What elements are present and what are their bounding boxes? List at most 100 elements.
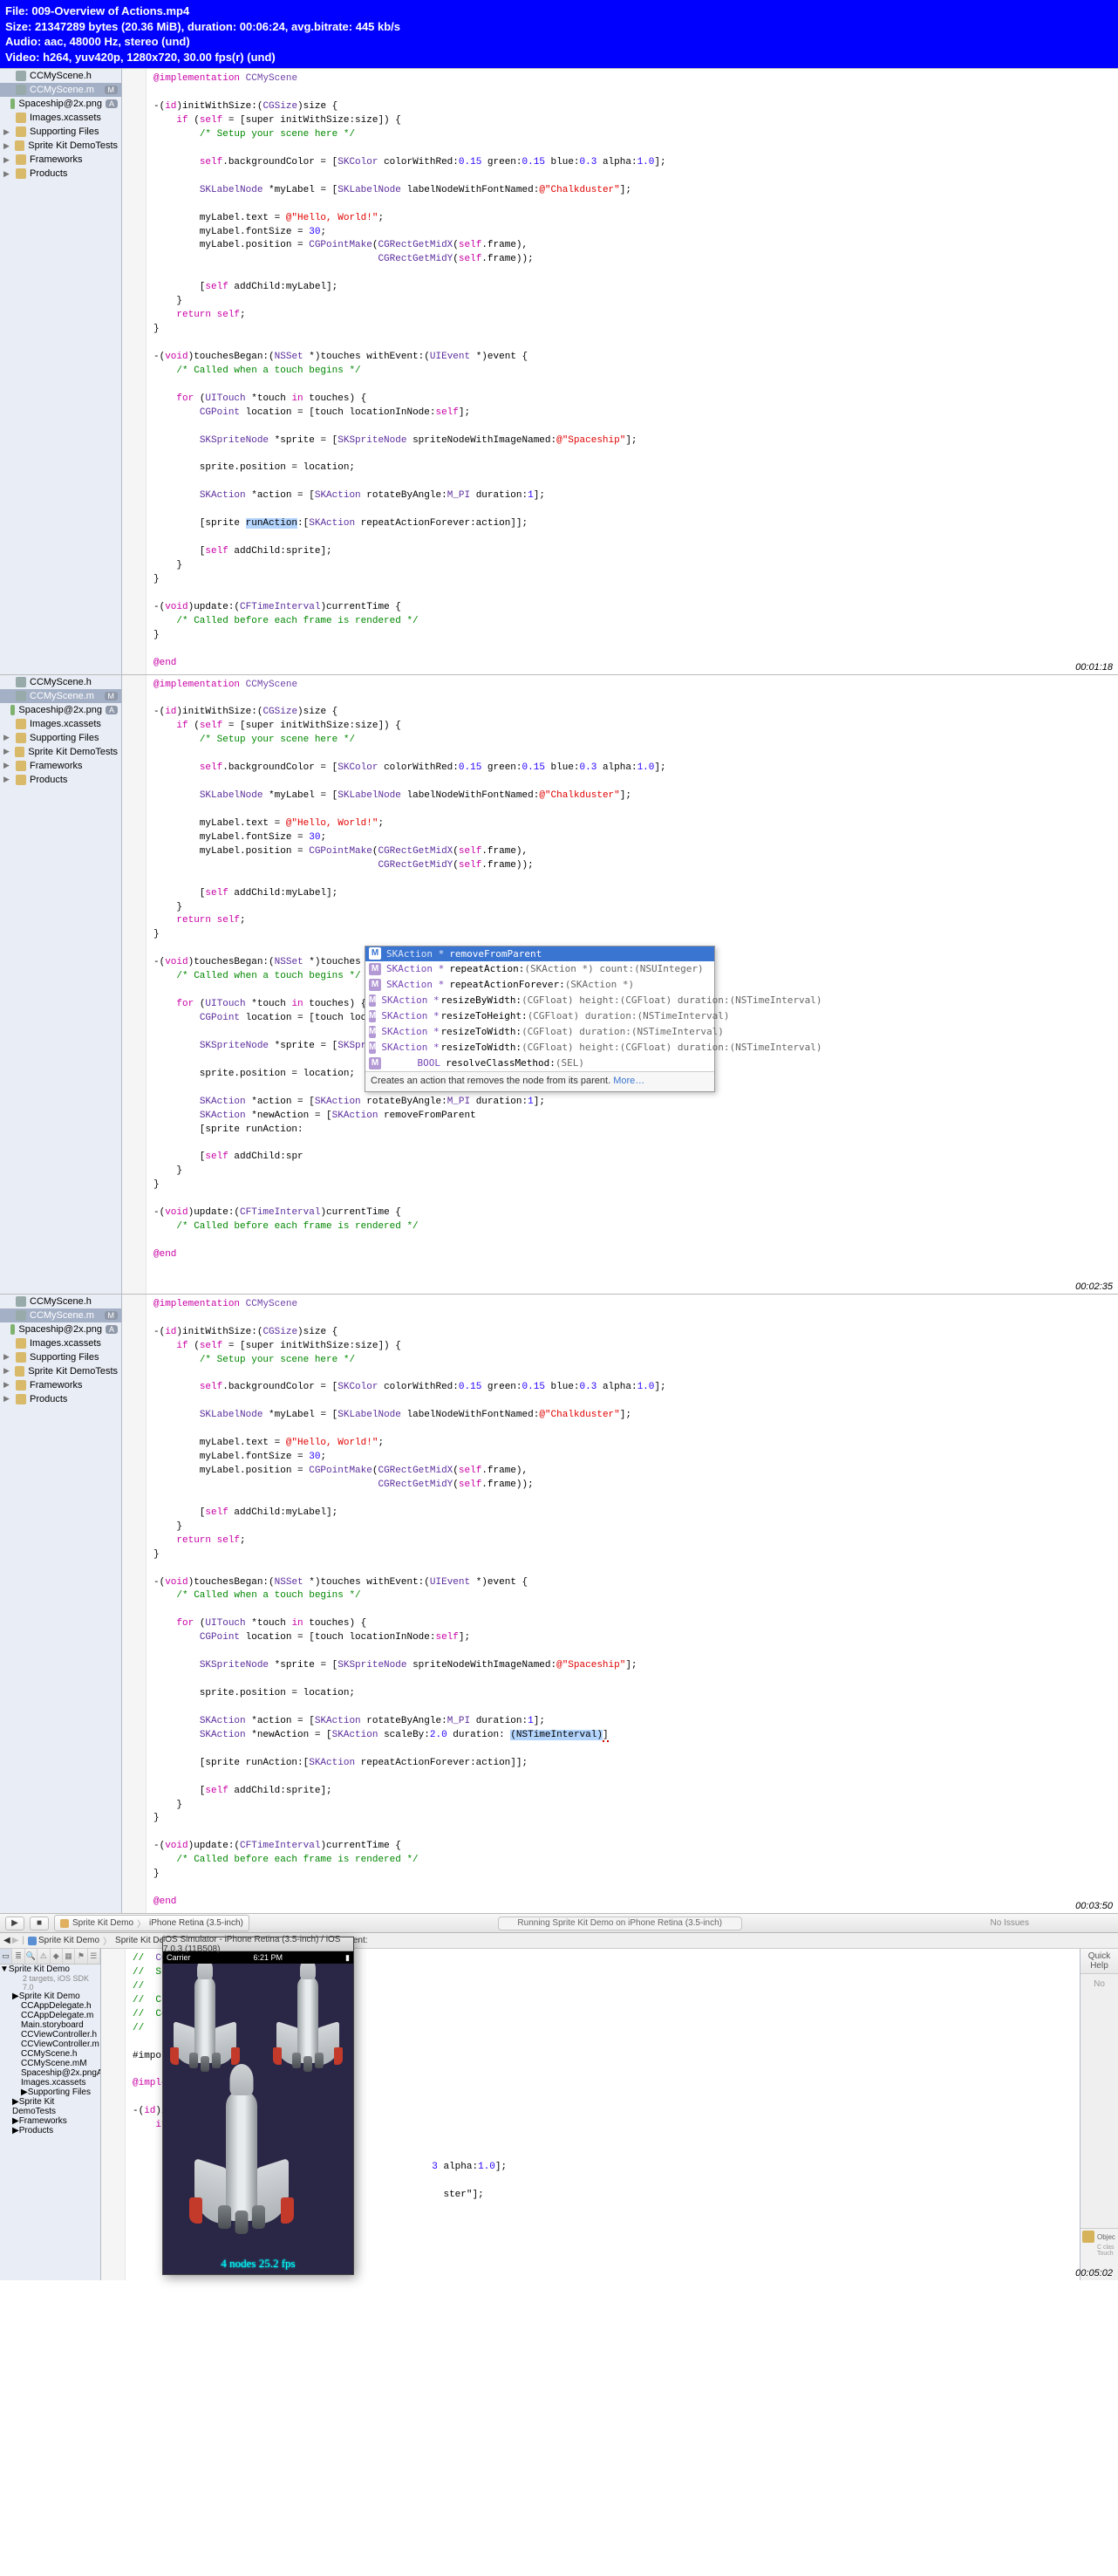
disclosure-triangle-icon[interactable]: ▶ (21, 2087, 28, 2097)
sidebar-item[interactable]: ▶Products (0, 1392, 121, 1406)
nav-item[interactable]: CCMyScene.h (0, 2049, 100, 2059)
file-icon (16, 1352, 26, 1363)
nav-item[interactable]: CCAppDelegate.h (0, 2001, 100, 2011)
sidebar-item[interactable]: CCMyScene.h (0, 69, 121, 83)
file-label: Sprite Kit DemoTests (28, 1366, 118, 1377)
nav-root[interactable]: ▼Sprite Kit Demo (0, 1964, 100, 1974)
nav-item[interactable]: ▶Sprite Kit Demo (0, 1992, 100, 2001)
nav-item[interactable]: ▶Sprite Kit DemoTests (0, 2097, 100, 2116)
sidebar-item[interactable]: CCMyScene.mM (0, 1308, 121, 1322)
file-label: CCMyScene.m (30, 691, 94, 701)
nav-item[interactable]: Main.storyboard (0, 2020, 100, 2030)
disclosure-triangle-icon[interactable]: ▶ (3, 155, 12, 165)
sim-screen[interactable]: 4 nodes 25.2 fps (163, 1964, 353, 2274)
disclosure-triangle-icon[interactable]: ▶ (12, 1992, 19, 2001)
sidebar-item[interactable]: Spaceship@2x.pngA (0, 1322, 121, 1336)
disclosure-triangle-icon[interactable]: ▶ (12, 2116, 19, 2126)
autocomplete-item[interactable]: MBOOLresolveClassMethod:(SEL) (365, 1056, 714, 1071)
sidebar-item[interactable]: CCMyScene.mM (0, 689, 121, 703)
disclosure-triangle-icon[interactable]: ▶ (3, 775, 12, 784)
sidebar-item[interactable]: Spaceship@2x.pngA (0, 97, 121, 111)
gutter (122, 1295, 147, 1913)
sidebar-item[interactable]: Images.xcassets (0, 1336, 121, 1350)
sidebar-item[interactable]: CCMyScene.h (0, 1295, 121, 1308)
nav-item[interactable]: CCViewController.m (0, 2040, 100, 2049)
disclosure-triangle-icon[interactable]: ▶ (3, 1394, 12, 1404)
file-label: CCAppDelegate.m (21, 2011, 93, 2020)
nav-fwd-icon[interactable]: ▶ (12, 1936, 19, 1945)
test-nav-tab[interactable]: ◆ (51, 1949, 63, 1964)
more-link[interactable]: More… (613, 1076, 644, 1086)
nav-item[interactable]: Spaceship@2x.pngA (0, 2068, 100, 2078)
sidebar-item[interactable]: CCMyScene.h (0, 675, 121, 689)
disclosure-triangle-icon[interactable]: ▶ (3, 1352, 12, 1362)
disclosure-triangle-icon[interactable]: ▶ (12, 2126, 19, 2135)
sidebar-item[interactable]: Images.xcassets (0, 717, 121, 731)
autocomplete-item[interactable]: MSKAction *resizeToWidth:(CGFloat) heigh… (365, 1040, 714, 1056)
disclosure-triangle-icon[interactable]: ▶ (3, 1380, 12, 1390)
nav-item[interactable]: ▶Frameworks (0, 2116, 100, 2126)
sidebar-item[interactable]: ▶Products (0, 167, 121, 181)
sidebar-item[interactable]: ▶Supporting Files (0, 125, 121, 139)
file-label: Frameworks (19, 2116, 67, 2126)
battery-icon: ▮ (345, 1953, 350, 1963)
disclosure-triangle-icon[interactable]: ▼ (0, 1964, 9, 1974)
debug-nav-tab[interactable]: ▦ (63, 1949, 75, 1964)
autocomplete-item[interactable]: MSKAction *resizeByWidth:(CGFloat) heigh… (365, 993, 714, 1008)
sidebar-item[interactable]: Spaceship@2x.pngA (0, 703, 121, 717)
ios-simulator-window[interactable]: iOS Simulator - iPhone Retina (3.5-inch)… (162, 1937, 354, 2275)
disclosure-triangle-icon[interactable]: ▶ (3, 761, 12, 770)
nav-back-icon[interactable]: ◀ (3, 1936, 10, 1945)
sidebar-item[interactable]: ▶ Sprite Kit DemoTests (0, 1364, 121, 1378)
run-button[interactable]: ▶ (5, 1917, 24, 1930)
file-label: Images.xcassets (30, 113, 101, 123)
nav-item[interactable]: Images.xcassets (0, 2078, 100, 2087)
stop-button[interactable]: ■ (30, 1917, 49, 1930)
nav-item[interactable]: ▶Supporting Files (0, 2087, 100, 2097)
search-nav-tab[interactable]: 🔍 (25, 1949, 37, 1964)
code-editor[interactable]: @implementation CCMyScene -(id)initWithS… (147, 1295, 1118, 1913)
file-icon (16, 154, 26, 165)
disclosure-triangle-icon[interactable]: ▶ (3, 1366, 11, 1376)
sidebar-item[interactable]: CCMyScene.mM (0, 83, 121, 97)
disclosure-triangle-icon[interactable]: ▶ (3, 169, 12, 179)
disclosure-triangle-icon[interactable]: ▶ (12, 2097, 19, 2107)
disclosure-triangle-icon[interactable]: ▶ (3, 141, 11, 151)
disclosure-triangle-icon[interactable]: ▶ (3, 127, 12, 137)
symbol-nav-tab[interactable]: ≣ (12, 1949, 24, 1964)
autocomplete-item[interactable]: MSKAction *repeatActionForever:(SKAction… (365, 977, 714, 993)
log-nav-tab[interactable]: ☰ (88, 1949, 100, 1964)
file-label: Supporting Files (30, 1352, 99, 1363)
bp-nav-tab[interactable]: ⚑ (75, 1949, 87, 1964)
sidebar-item[interactable]: ▶Products (0, 773, 121, 787)
autocomplete-item[interactable]: MSKAction *resizeToHeight:(CGFloat) dura… (365, 1008, 714, 1024)
sidebar-item[interactable]: ▶Supporting Files (0, 731, 121, 745)
disclosure-triangle-icon[interactable]: ▶ (3, 747, 11, 756)
sidebar-item[interactable]: ▶Frameworks (0, 153, 121, 167)
autocomplete-item[interactable]: MSKAction *repeatAction:(SKAction *) cou… (365, 961, 714, 977)
navigator-tabs[interactable]: ▭ ≣ 🔍 ⚠ ◆ ▦ ⚑ ☰ (0, 1949, 100, 1964)
sidebar: CCMyScene.hCCMyScene.mMSpaceship@2x.pngA… (0, 675, 122, 1294)
sidebar-item[interactable]: ▶Sprite Kit DemoTests (0, 139, 121, 153)
nav-item[interactable]: CCMyScene.mM (0, 2059, 100, 2068)
file-nav-tab[interactable]: ▭ (0, 1949, 12, 1964)
crumb-project[interactable]: Sprite Kit Demo (28, 1936, 99, 1945)
sidebar-item[interactable]: ▶Frameworks (0, 759, 121, 773)
autocomplete-item[interactable]: MSKAction *removeFromParent (365, 946, 714, 962)
sidebar-item[interactable]: ▶Frameworks (0, 1378, 121, 1392)
code-editor[interactable]: @implementation CCMyScene -(id)initWithS… (147, 675, 1118, 1294)
code-editor[interactable]: @implementation CCMyScene -(id)initWithS… (147, 69, 1118, 673)
autocomplete-item[interactable]: MSKAction *resizeToWidth:(CGFloat) durat… (365, 1024, 714, 1040)
nav-item[interactable]: CCViewController.h (0, 2030, 100, 2040)
nav-item[interactable]: ▶Products (0, 2126, 100, 2135)
sidebar-item[interactable]: ▶Sprite Kit DemoTests (0, 745, 121, 759)
sidebar-item[interactable]: Images.xcassets (0, 111, 121, 125)
autocomplete-popup[interactable]: MSKAction *removeFromParentMSKAction *re… (365, 946, 715, 1092)
frame-2: CCMyScene.hCCMyScene.mMSpaceship@2x.pngA… (0, 674, 1118, 1294)
file-icon (15, 140, 24, 151)
issue-nav-tab[interactable]: ⚠ (37, 1949, 50, 1964)
scheme-selector[interactable]: Sprite Kit Demo 〉 iPhone Retina (3.5-inc… (54, 1915, 249, 1931)
disclosure-triangle-icon[interactable]: ▶ (3, 733, 12, 742)
nav-item[interactable]: CCAppDelegate.m (0, 2011, 100, 2020)
sidebar-item[interactable]: ▶ Supporting Files (0, 1350, 121, 1364)
